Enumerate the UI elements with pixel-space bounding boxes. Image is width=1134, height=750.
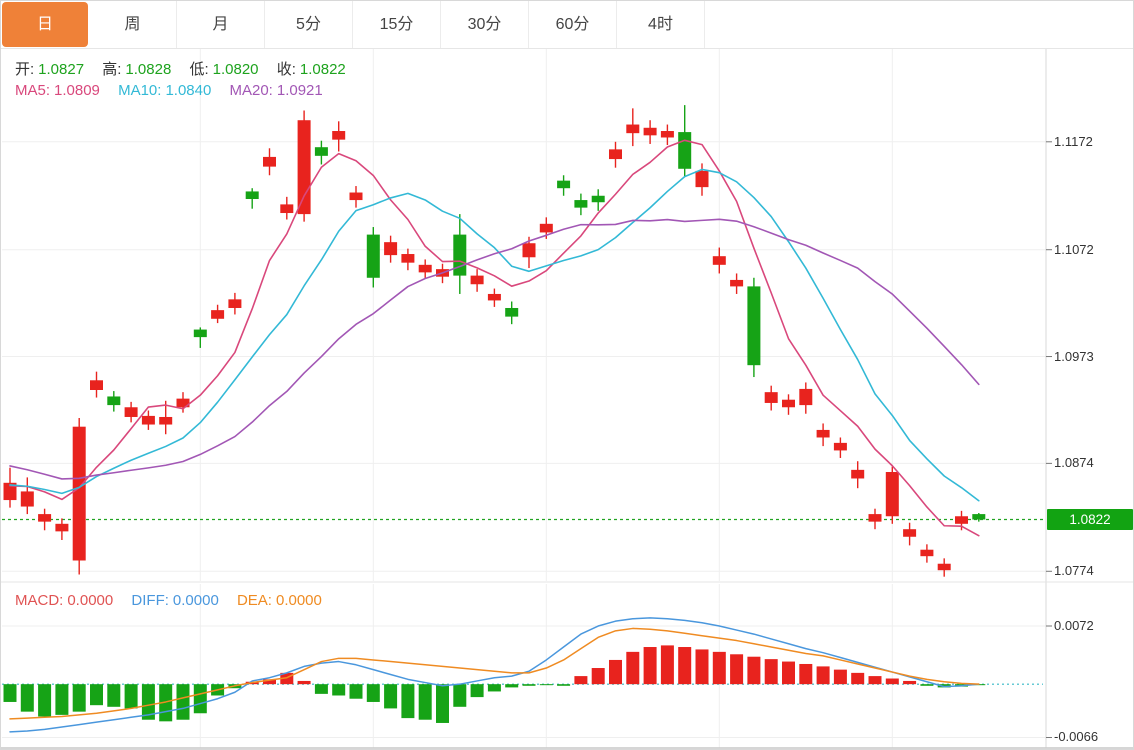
dea-label: DEA: [237, 592, 272, 609]
tab-15min[interactable]: 15分 [353, 1, 441, 48]
tab-5min[interactable]: 5分 [265, 1, 353, 48]
y-axis-label: 1.0973 [1054, 349, 1094, 365]
tab-60min[interactable]: 60分 [529, 1, 617, 48]
tab-week[interactable]: 周 [89, 1, 177, 48]
tab-4hour[interactable]: 4时 [617, 1, 705, 48]
ma20-value: 1.0921 [277, 82, 323, 99]
current-price-badge: 1.0822 [1047, 509, 1133, 530]
y-axis-label: 1.1072 [1054, 242, 1094, 258]
tab-day[interactable]: 日 [2, 2, 88, 47]
ma5-value: 1.0809 [54, 82, 100, 99]
macd-label: MACD: [15, 592, 63, 609]
y-axis-label: 1.0874 [1054, 455, 1094, 471]
ma10-label: MA10: [118, 82, 161, 99]
y-axis-label: -0.0066 [1054, 729, 1098, 745]
diff-value: 0.0000 [173, 592, 219, 609]
open-value: 1.0827 [38, 61, 84, 78]
trading-chart-app: 日 周 月 5分 15分 30分 60分 4时 开:1.0827 高:1.082… [0, 0, 1134, 750]
y-axis-label: 1.0774 [1054, 563, 1094, 579]
ma-readout: MA5:1.0809 MA10:1.0840 MA20:1.0921 [15, 82, 327, 99]
ohlc-readout: 开:1.0827 高:1.0828 低: 1.0820 收:1.0822 [15, 58, 350, 79]
low-value: 1.0820 [213, 61, 259, 78]
ma5-label: MA5: [15, 82, 50, 99]
chart-canvas[interactable] [1, 1, 1134, 750]
y-axis-label: 1.1172 [1054, 134, 1093, 150]
y-axis-label: 0.0072 [1054, 618, 1094, 634]
open-label: 开: [15, 61, 34, 78]
close-value: 1.0822 [300, 61, 346, 78]
timeframe-toolbar: 日 周 月 5分 15分 30分 60分 4时 [1, 1, 1133, 49]
ma10-value: 1.0840 [165, 82, 211, 99]
ma20-label: MA20: [230, 82, 273, 99]
low-label: 低: [189, 61, 208, 78]
high-value: 1.0828 [125, 61, 171, 78]
close-label: 收: [277, 61, 296, 78]
macd-readout: MACD:0.0000 DIFF:0.0000 DEA:0.0000 [15, 592, 326, 609]
tab-30min[interactable]: 30分 [441, 1, 529, 48]
tab-month[interactable]: 月 [177, 1, 265, 48]
dea-value: 0.0000 [276, 592, 322, 609]
diff-label: DIFF: [131, 592, 169, 609]
macd-value: 0.0000 [67, 592, 113, 609]
high-label: 高: [102, 61, 121, 78]
